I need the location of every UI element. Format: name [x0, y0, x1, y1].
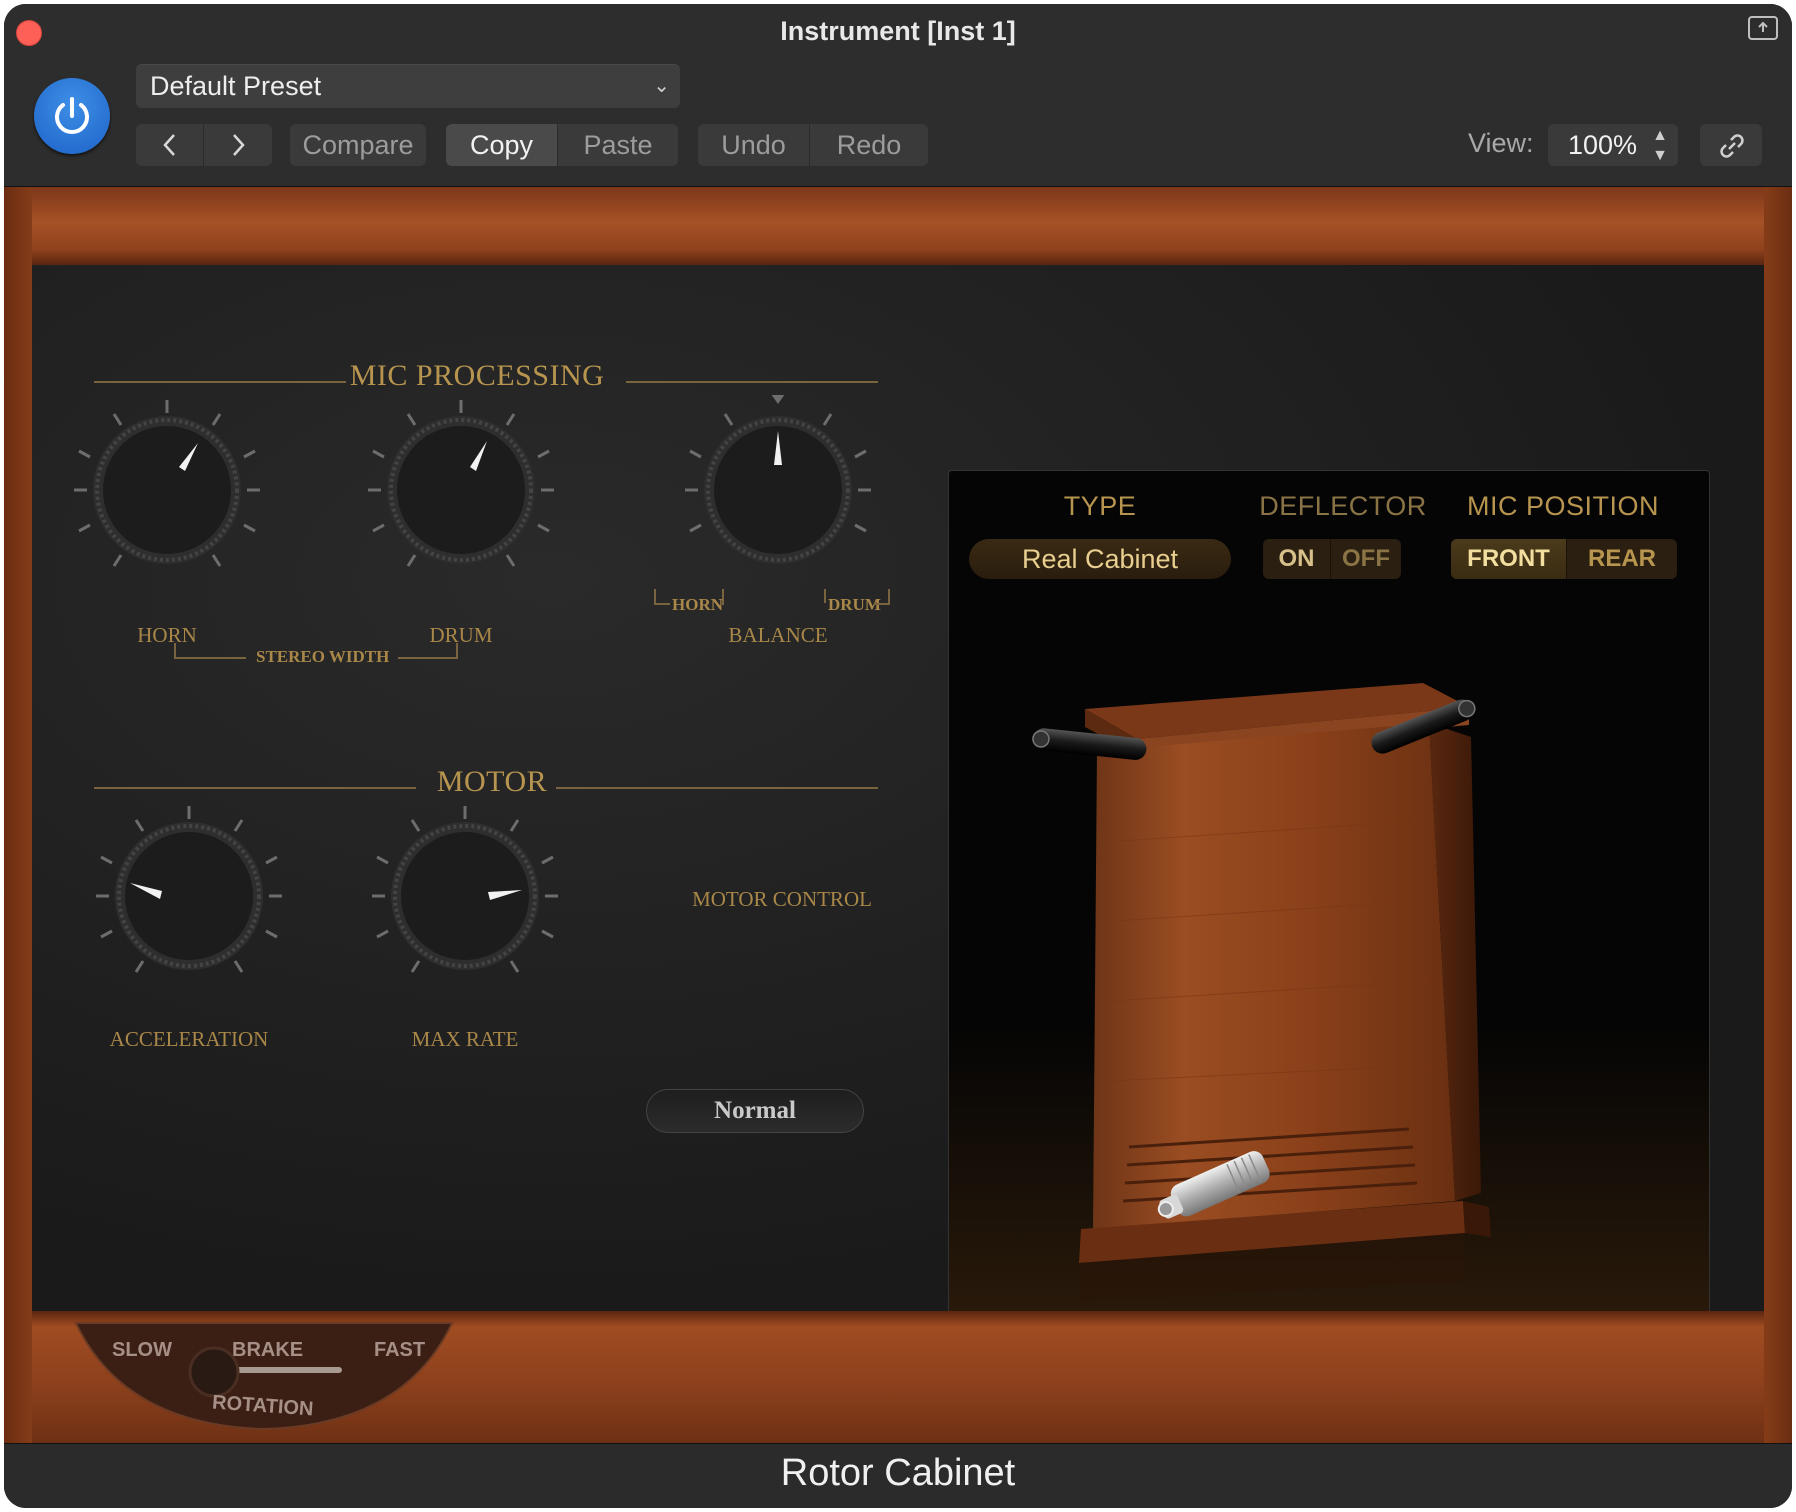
bracket	[722, 589, 724, 605]
bracket	[654, 603, 670, 605]
horn-label: HORN	[137, 623, 197, 647]
header-bar: Instrument [Inst 1] Default Preset ⌄ Com…	[4, 4, 1792, 187]
mic-front-button[interactable]: FRONT	[1451, 539, 1567, 579]
motor-control-label: MOTOR CONTROL	[692, 887, 872, 911]
mic-processing-title: MIC PROCESSING	[349, 359, 605, 392]
motor-control-button[interactable]: Normal	[646, 1089, 864, 1133]
cabinet-display: TYPE Real Cabinet DEFLECTOR ON OFF MIC P…	[948, 470, 1710, 1450]
mic-position-toggle: FRONT REAR	[1451, 539, 1677, 579]
paste-button[interactable]: Paste	[558, 124, 678, 166]
plugin-body: MIC PROCESSING HORN DRUM STEREO WIDTH HO…	[4, 187, 1792, 1450]
deflector-on-button[interactable]: ON	[1263, 539, 1331, 579]
rotation-brake-label: BRAKE	[232, 1339, 304, 1361]
bracket	[654, 589, 656, 603]
drum-width-knob[interactable]	[366, 395, 556, 585]
view-zoom-select[interactable]: 100% ▲ ▼	[1548, 124, 1678, 166]
stepper-icon: ▲ ▼	[1652, 127, 1668, 164]
deflector-toggle: ON OFF	[1263, 539, 1401, 579]
plugin-name: Rotor Cabinet	[780, 1452, 1016, 1494]
bracket	[824, 589, 826, 603]
footer-bar: Rotor Cabinet	[4, 1443, 1792, 1508]
undo-redo-group: Undo Redo	[698, 124, 928, 166]
link-icon	[1720, 134, 1744, 158]
mic-position-label: MIC POSITION	[1466, 491, 1659, 521]
balance-label: BALANCE	[728, 623, 828, 647]
preset-dropdown[interactable]: Default Preset ⌄	[136, 64, 680, 108]
chevron-left-icon	[162, 134, 175, 156]
bracket	[874, 603, 890, 605]
cabinet-image	[1032, 683, 1491, 1301]
divider	[94, 787, 416, 789]
divider	[556, 787, 878, 789]
drum-label: DRUM	[429, 623, 493, 647]
motor-title: MOTOR	[436, 765, 548, 798]
expand-icon[interactable]	[1748, 16, 1778, 40]
copy-paste-group: Copy Paste	[446, 124, 678, 166]
bracket	[456, 643, 458, 659]
divider	[94, 381, 346, 383]
link-button[interactable]	[1700, 124, 1762, 166]
balance-knob[interactable]	[683, 395, 873, 585]
copy-button[interactable]: Copy	[446, 124, 558, 166]
power-button[interactable]	[34, 78, 110, 154]
compare-button[interactable]: Compare	[290, 124, 426, 166]
chevron-down-icon: ⌄	[653, 75, 670, 97]
max-rate-knob[interactable]	[370, 801, 560, 991]
balance-drum-label: DRUM	[828, 595, 881, 614]
window-title: Instrument [Inst 1]	[780, 16, 1016, 46]
deflector-off-button[interactable]: OFF	[1331, 539, 1401, 579]
bracket	[174, 643, 176, 657]
redo-button[interactable]: Redo	[810, 124, 928, 166]
view-zoom-value: 100%	[1568, 130, 1638, 160]
wood-trim-top	[32, 187, 1764, 265]
type-selector[interactable]: Real Cabinet	[969, 539, 1231, 579]
preset-nav	[136, 124, 272, 166]
chevron-right-icon	[233, 134, 245, 156]
plugin-window: Instrument [Inst 1] Default Preset ⌄ Com…	[4, 4, 1792, 1508]
horn-width-knob[interactable]	[72, 395, 262, 585]
preset-value: Default Preset	[150, 71, 322, 101]
rotation-slow-label: SLOW	[112, 1339, 172, 1361]
rotation-fast-label: FAST	[374, 1339, 426, 1361]
type-label: TYPE	[1063, 491, 1137, 521]
acceleration-knob[interactable]	[94, 801, 284, 991]
mic-rear-button[interactable]: REAR	[1567, 539, 1677, 579]
undo-button[interactable]: Undo	[698, 124, 810, 166]
divider	[626, 381, 878, 383]
bracket	[398, 657, 456, 659]
rotation-switch[interactable]: SLOW BRAKE FAST ROTATION	[74, 1317, 454, 1442]
power-icon	[55, 97, 89, 134]
acceleration-label: ACCELERATION	[109, 1027, 269, 1051]
view-label: View:	[1468, 128, 1534, 158]
next-preset-button[interactable]	[204, 124, 272, 166]
deflector-label: DEFLECTOR	[1259, 491, 1427, 521]
stereo-width-label: STEREO WIDTH	[256, 647, 390, 666]
max-rate-label: MAX RATE	[411, 1027, 519, 1051]
bracket	[888, 589, 890, 603]
bracket	[174, 657, 246, 659]
previous-preset-button[interactable]	[136, 124, 204, 166]
balance-horn-label: HORN	[672, 595, 723, 614]
rotation-plate	[74, 1322, 454, 1431]
